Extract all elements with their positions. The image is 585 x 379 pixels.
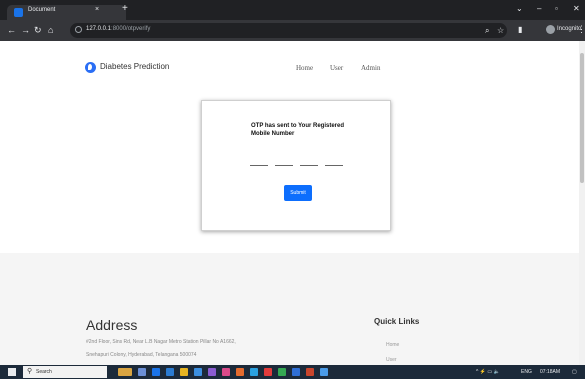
zoom-icon[interactable]: ⌕ — [485, 26, 489, 36]
app-taskbar-icon-4[interactable] — [264, 368, 272, 376]
scrollbar-thumb[interactable] — [580, 53, 584, 183]
submit-button[interactable]: Submit — [284, 185, 312, 201]
browser-tab[interactable]: Document × — [7, 5, 126, 20]
vs-taskbar-icon[interactable] — [208, 368, 216, 376]
brand-logo-icon — [85, 62, 96, 73]
nav-home-link[interactable]: Home — [296, 64, 313, 72]
tab-title: Document — [28, 7, 56, 13]
edge-taskbar-icon[interactable] — [166, 368, 174, 376]
otp-digit-4[interactable] — [325, 160, 343, 166]
otp-digit-1[interactable] — [250, 160, 268, 166]
site-info-icon[interactable] — [75, 26, 82, 33]
tab-search-icon[interactable]: ⌄ — [516, 4, 523, 14]
browser-tab-strip: Document × + ⌄ – ▫ ✕ — [0, 0, 585, 20]
url-path: :8000/otpverify — [111, 26, 151, 32]
otp-card: OTP has sent to Your Registered Mobile N… — [201, 100, 391, 231]
page-scrollbar[interactable] — [579, 41, 585, 365]
home-icon[interactable]: ⌂ — [48, 25, 53, 35]
otp-digit-2[interactable] — [275, 160, 293, 166]
star-icon[interactable]: ☆ — [497, 26, 504, 36]
otp-message: OTP has sent to Your Registered Mobile N… — [251, 123, 345, 137]
browser-toolbar: ← → ↻ ⌂ 127.0.0.1:8000/otpverify ⌕ ☆ ▮ I… — [0, 20, 585, 41]
close-window-icon[interactable]: ✕ — [573, 4, 580, 14]
reload-icon[interactable]: ↻ — [34, 25, 42, 35]
tray-language[interactable]: ENG — [521, 369, 532, 375]
search-icon: ⚲ — [27, 368, 33, 375]
tab-close-icon[interactable]: × — [95, 6, 99, 13]
address-line-2: Snehapuri Colony, Hyderabad, Telangana 5… — [86, 352, 197, 358]
store-taskbar-icon[interactable] — [194, 368, 202, 376]
taskbar-search-label: Search — [36, 369, 52, 375]
taskbar: ⚲ Search ^ ⚡ ▭ 🔈 ENG 07:18AM ▢ — [0, 365, 585, 379]
sidebar-icon[interactable]: ▮ — [518, 25, 522, 35]
notification-icon[interactable]: ▢ — [572, 369, 577, 375]
quick-links-title: Quick Links — [374, 317, 420, 326]
quick-link-user[interactable]: User — [386, 357, 397, 363]
weather-widget-icon[interactable] — [118, 368, 132, 376]
nav-admin-link[interactable]: Admin — [361, 64, 380, 72]
footer: Address #2nd Floor, Sins Rd, Near L.B Na… — [0, 253, 579, 365]
app-taskbar-icon-3[interactable] — [250, 368, 258, 376]
url-host: 127.0.0.1 — [86, 26, 112, 32]
address-line-1: #2nd Floor, Sins Rd, Near L.B Nagar Metr… — [86, 339, 236, 345]
app-taskbar-icon-8[interactable] — [320, 368, 328, 376]
incognito-icon[interactable] — [546, 25, 555, 34]
app-taskbar-icon-7[interactable] — [306, 368, 314, 376]
app-taskbar-icon-2[interactable] — [236, 368, 244, 376]
back-icon[interactable]: ← — [7, 25, 16, 35]
brand-name: Diabetes Prediction — [100, 62, 170, 71]
address-bar[interactable]: 127.0.0.1:8000/otpverify ⌕ ☆ — [70, 23, 507, 38]
new-tab-button[interactable]: + — [122, 4, 128, 14]
nav-user-link[interactable]: User — [330, 64, 343, 72]
app-taskbar-icon-6[interactable] — [292, 368, 300, 376]
quick-link-home[interactable]: Home — [386, 342, 399, 348]
kebab-menu-icon[interactable]: ⋮ — [577, 24, 585, 35]
address-title: Address — [86, 317, 138, 333]
tray-icons[interactable]: ^ ⚡ ▭ 🔈 — [476, 369, 500, 375]
app-taskbar-icon-5[interactable] — [278, 368, 286, 376]
chrome-favicon-icon — [14, 8, 23, 17]
minimize-icon[interactable]: – — [537, 4, 541, 14]
windows-start-icon[interactable] — [8, 368, 16, 376]
otp-digit-3[interactable] — [300, 160, 318, 166]
url-text: 127.0.0.1:8000/otpverify — [86, 26, 150, 32]
app-taskbar-icon-1[interactable] — [222, 368, 230, 376]
maximize-icon[interactable]: ▫ — [555, 4, 558, 14]
tray-clock[interactable]: 07:18AM — [540, 369, 560, 375]
file-explorer-icon[interactable] — [180, 368, 188, 376]
task-view-icon[interactable] — [138, 368, 146, 376]
forward-icon[interactable]: → — [21, 25, 30, 35]
chrome-taskbar-icon[interactable] — [152, 368, 160, 376]
taskbar-search-box[interactable]: ⚲ Search — [23, 366, 107, 378]
web-page: Diabetes Prediction Home User Admin OTP … — [0, 41, 579, 365]
